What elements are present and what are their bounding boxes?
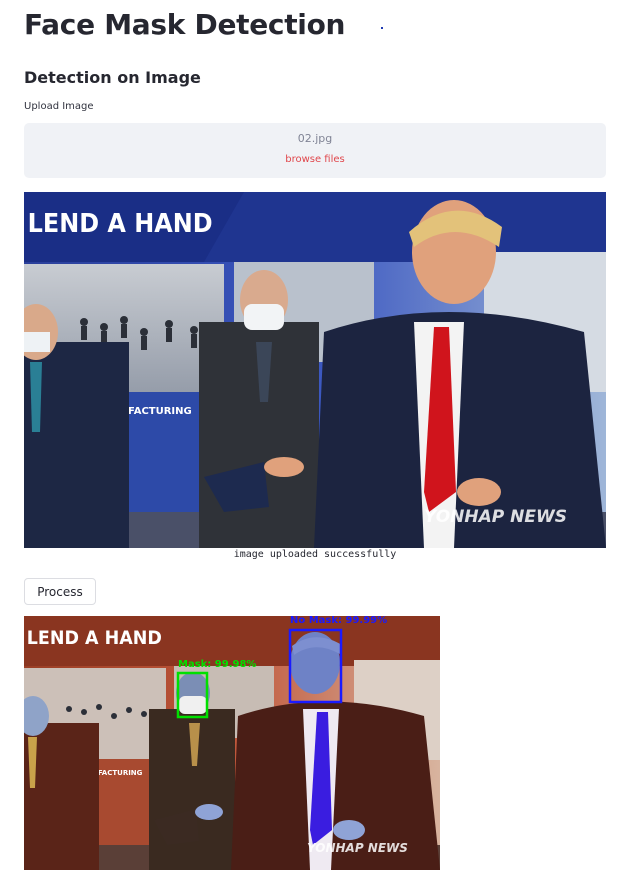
- uploaded-image: LEND A HAND L MANUFACTURING YONHAP NEWS: [24, 192, 606, 548]
- browse-files-link[interactable]: browse files: [24, 154, 606, 165]
- result-banner-text: LEND A HAND: [27, 627, 162, 649]
- decorative-dot: [381, 27, 383, 29]
- file-dropzone[interactable]: 02.jpg browse files: [24, 123, 606, 178]
- mask-detection-label: Mask: 99.98%: [178, 659, 256, 670]
- banner-text: LEND A HAND: [28, 208, 213, 238]
- upload-status-caption: image uploaded successfully: [233, 549, 397, 560]
- uploaded-filename: 02.jpg: [297, 132, 333, 145]
- detection-result-image: LEND A HAND L MANUFACTURING Mask: 99.98%: [24, 616, 440, 870]
- watermark-text: YONHAP NEWS: [424, 507, 567, 527]
- process-button[interactable]: Process: [24, 578, 96, 605]
- page-title: Face Mask Detection: [24, 8, 346, 41]
- section-heading: Detection on Image: [24, 68, 201, 87]
- no-mask-detection-label: No Mask: 99.99%: [290, 616, 387, 626]
- upload-label: Upload Image: [24, 101, 94, 112]
- result-watermark-text: YONHAP NEWS: [307, 841, 408, 855]
